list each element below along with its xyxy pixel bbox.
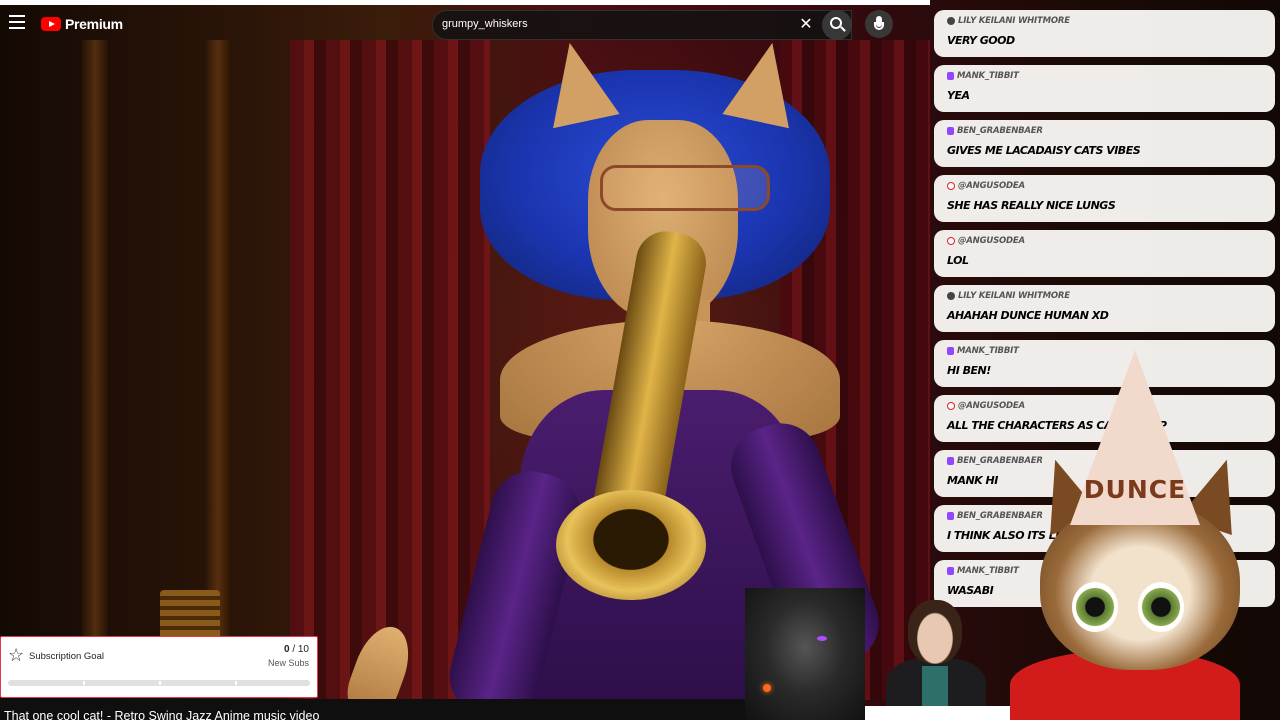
goal-tick xyxy=(235,681,237,685)
twitch-platform-icon xyxy=(947,72,954,80)
vtuber-cat-avatar: DUNCE xyxy=(1010,350,1270,720)
youtube-logo[interactable]: Premium xyxy=(41,16,123,32)
youtube-logo-icon xyxy=(41,17,61,31)
saxophone-bell xyxy=(556,490,706,600)
clear-search-button[interactable]: ✕ xyxy=(795,14,817,36)
twitch-platform-icon xyxy=(947,347,954,355)
wolf-eye xyxy=(817,636,827,641)
chat-text: very good xyxy=(947,34,1015,47)
menu-icon[interactable] xyxy=(9,15,25,29)
chat-username: Mank_Tibbit xyxy=(957,71,1019,81)
chat-text: yea xyxy=(947,89,970,102)
chat-username: @angusodea xyxy=(958,236,1025,246)
goal-current: 0 xyxy=(283,644,290,655)
chat-username: Ben_Grabenbaer xyxy=(957,126,1043,136)
search-input[interactable]: grumpy_whiskers xyxy=(432,10,852,40)
dunce-hat-label: DUNCE xyxy=(1083,475,1187,504)
chat-text: hi ben! xyxy=(947,364,991,377)
chat-text: she has really nice lungs xyxy=(947,199,1116,212)
top-strip xyxy=(0,0,930,5)
goal-tick xyxy=(159,681,161,685)
twitch-platform-icon xyxy=(947,457,954,465)
chat-text: lol xyxy=(947,254,969,267)
search-icon[interactable] xyxy=(822,10,852,40)
guest-avatar-wolf xyxy=(745,588,865,720)
chat-text: gives me lacadaisy cats vibes xyxy=(947,144,1141,157)
chat-text: wasabi xyxy=(947,584,994,597)
chat-message: @angusodea she has really nice lungs xyxy=(934,175,1275,222)
avatar-head xyxy=(908,600,962,664)
chat-username: Lily Keilani Whitmore xyxy=(958,291,1070,301)
goal-count: 0 / 10 xyxy=(284,644,309,655)
youtube-platform-icon xyxy=(947,402,955,410)
guest-avatar-boy xyxy=(880,600,990,720)
red-curtain-left xyxy=(290,40,490,700)
youtube-platform-icon xyxy=(947,182,955,190)
chat-username: @angusodea xyxy=(958,181,1025,191)
character-glasses xyxy=(600,165,770,211)
x-platform-icon xyxy=(947,17,955,25)
star-icon: ☆ xyxy=(8,645,25,665)
x-platform-icon xyxy=(947,292,955,300)
chat-message: Ben_Grabenbaer gives me lacadaisy cats v… xyxy=(934,120,1275,167)
stage-pillar xyxy=(82,40,108,640)
chat-text: ahahah dunce human xd xyxy=(947,309,1109,322)
cat-head xyxy=(1040,500,1240,670)
goal-target: / 10 xyxy=(292,644,309,655)
subscription-goal-widget: ☆ Subscription Goal 0 / 10 New Subs xyxy=(0,636,318,698)
twitch-platform-icon xyxy=(947,127,954,135)
goal-tick xyxy=(83,681,85,685)
youtube-platform-icon xyxy=(947,237,955,245)
twitch-platform-icon xyxy=(947,567,954,575)
chat-message: Mank_Tibbit yea xyxy=(934,65,1275,112)
cat-eye-left xyxy=(1072,582,1118,632)
chat-message: Lily Keilani Whitmore ahahah dunce human… xyxy=(934,285,1275,332)
top-bar: Premium grumpy_whiskers ✕ xyxy=(0,0,930,44)
overlay-bar xyxy=(865,706,1010,720)
microphone-icon[interactable] xyxy=(865,10,893,38)
ember xyxy=(763,684,771,692)
cat-eye-right xyxy=(1138,582,1184,632)
chat-username: Lily Keilani Whitmore xyxy=(958,16,1070,26)
chat-text: mank hi xyxy=(947,474,998,487)
video-title[interactable]: That one cool cat! - Retro Swing Jazz An… xyxy=(4,709,319,720)
chat-message: Lily Keilani Whitmore very good xyxy=(934,10,1275,57)
search-value: grumpy_whiskers xyxy=(442,18,528,30)
goal-unit: New Subs xyxy=(267,658,309,668)
goal-label: Subscription Goal xyxy=(29,651,104,662)
stage-pillar xyxy=(205,40,231,640)
chat-message: @angusodea lol xyxy=(934,230,1275,277)
twitch-platform-icon xyxy=(947,512,954,520)
logo-text: Premium xyxy=(65,16,123,32)
